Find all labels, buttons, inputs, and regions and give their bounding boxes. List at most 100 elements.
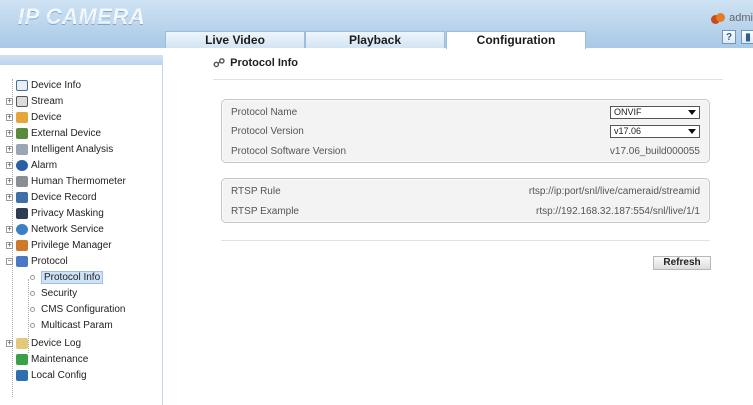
username: admi [729,12,753,24]
protocol-name-label: Protocol Name [231,106,298,118]
expand-icon[interactable]: + [6,241,13,249]
sidebar-item-label: Alarm [31,159,58,171]
sidebar-item-label: Human Thermometer [31,175,126,187]
rtsp-example-label: RTSP Example [231,205,299,217]
protocol-software-value: v17.06_build000055 [609,145,700,157]
sidebar-item-device-log[interactable]: + Device Log [6,335,81,351]
monitor-icon [16,207,28,219]
header-bar: IP CAMERA IP CAMERA admi Live Video Play… [0,0,753,49]
help-button[interactable]: ? [722,30,736,44]
bullet-icon [30,274,35,280]
expand-icon[interactable]: + [6,161,13,169]
nav-header-band [0,55,163,65]
logo-reflection: IP CAMERA [18,14,141,26]
collapse-icon[interactable]: − [6,257,13,265]
sidebar-item-device-info[interactable]: Device Info [6,77,81,93]
analysis-icon [16,143,28,155]
user-icon [711,12,726,24]
sidebar-item-label: Network Service [31,223,104,235]
sidebar-item-intelligent-analysis[interactable]: + Intelligent Analysis [6,141,113,157]
divider [221,240,710,241]
rtsp-rule-label: RTSP Rule [231,185,281,197]
help-icon: ? [725,31,733,43]
sidebar-item-label: Device Record [31,191,97,203]
network-icon [16,223,28,235]
sidebar-item-human-thermometer[interactable]: + Human Thermometer [6,173,126,189]
sidebar-item-device-record[interactable]: + Device Record [6,189,97,205]
sidebar-item-external-device[interactable]: + External Device [6,125,101,141]
sidebar-item-alarm[interactable]: + Alarm [6,157,57,173]
protocol-software-row: Protocol Software Version v17.06_build00… [231,142,700,160]
tab-playback[interactable]: Playback [305,31,445,48]
logout-button[interactable]: ▮ [741,30,753,44]
sidebar-item-label: External Device [31,127,102,139]
sidebar-item-label: Device Log [31,337,82,349]
users-icon [16,239,28,251]
device-icon [16,111,28,123]
protocol-version-value: v17.06 [614,126,642,136]
protocol-icon [16,255,28,267]
tab-live-video[interactable]: Live Video [165,31,305,48]
film-icon [16,95,28,107]
user-info[interactable]: admi [711,12,753,24]
rtsp-group: RTSP Rule rtsp://ip:port/snl/live/camera… [221,178,710,223]
tab-configuration[interactable]: Configuration [446,31,586,49]
sidebar-tree: Device Info + Stream + Device + External… [0,65,163,405]
logout-icon: ▮ [745,31,751,43]
sidebar-item-privilege-manager[interactable]: + Privilege Manager [6,237,112,253]
sidebar-item-label: Device Info [31,79,82,91]
sidebar-item-local-config[interactable]: Local Config [6,367,87,383]
document-icon [16,79,28,91]
protocol-version-row: Protocol Version v17.06 [231,122,700,140]
rtsp-example-value: rtsp://192.168.32.187:554/snl/live/1/1 [535,205,700,217]
protocol-group: Protocol Name ONVIF Protocol Version v17… [221,99,710,163]
expand-icon[interactable]: + [6,339,13,347]
sidebar-item-label: Privacy Masking [31,207,104,219]
sidebar-item-network-service[interactable]: + Network Service [6,221,104,237]
local-config-icon [16,369,28,381]
sidebar-item-security[interactable]: Security [30,285,77,301]
expand-icon[interactable]: + [6,225,13,233]
protocol-version-select[interactable]: v17.06 [610,124,700,138]
rtsp-example-row: RTSP Example rtsp://192.168.32.187:554/s… [231,202,700,220]
bullet-icon [30,322,35,328]
sidebar-item-protocol[interactable]: − Protocol [6,253,68,269]
expand-icon[interactable]: + [6,97,13,105]
protocol-name-row: Protocol Name ONVIF [231,103,700,121]
sidebar-item-device[interactable]: + Device [6,109,62,125]
page-title: ☍ Protocol Info [213,56,298,70]
rtsp-rule-value: rtsp://ip:port/snl/live/cameraid/streami… [528,185,700,197]
expand-icon[interactable]: + [6,177,13,185]
sidebar-item-label: Protocol [31,255,68,267]
sidebar-item-label: CMS Configuration [41,303,126,315]
expand-icon[interactable]: + [6,145,13,153]
protocol-software-label: Protocol Software Version [231,145,347,157]
refresh-button[interactable]: Refresh [653,256,711,270]
log-icon [16,337,28,349]
sidebar-item-protocol-info[interactable]: Protocol Info [30,269,104,285]
protocol-version-label: Protocol Version [231,125,304,137]
expand-icon[interactable]: + [6,113,13,121]
sidebar-item-label: Multicast Param [41,319,113,331]
protocol-info-icon: ☍ [213,56,226,70]
expand-icon[interactable]: + [6,129,13,137]
sidebar-item-privacy-masking[interactable]: Privacy Masking [6,205,104,221]
sidebar-item-cms-configuration[interactable]: CMS Configuration [30,301,125,317]
protocol-name-select[interactable]: ONVIF [610,105,700,119]
usb-icon [16,127,28,139]
dropdown-arrow-icon [688,128,696,134]
dropdown-arrow-icon [688,109,696,115]
record-icon [16,191,28,203]
sidebar-item-label: Maintenance [31,353,89,365]
page-title-text: Protocol Info [230,57,298,69]
sidebar-item-multicast-param[interactable]: Multicast Param [30,317,113,333]
sidebar-item-label: Intelligent Analysis [31,143,114,155]
sidebar-item-label: Protocol Info [41,270,104,284]
bullet-icon [30,306,35,312]
sidebar-item-maintenance[interactable]: Maintenance [6,351,88,367]
sidebar-item-label: Device [31,111,62,123]
rtsp-rule-row: RTSP Rule rtsp://ip:port/snl/live/camera… [231,182,700,200]
sidebar-item-label: Local Config [31,369,87,381]
expand-icon[interactable]: + [6,193,13,201]
sidebar-item-stream[interactable]: + Stream [6,93,63,109]
